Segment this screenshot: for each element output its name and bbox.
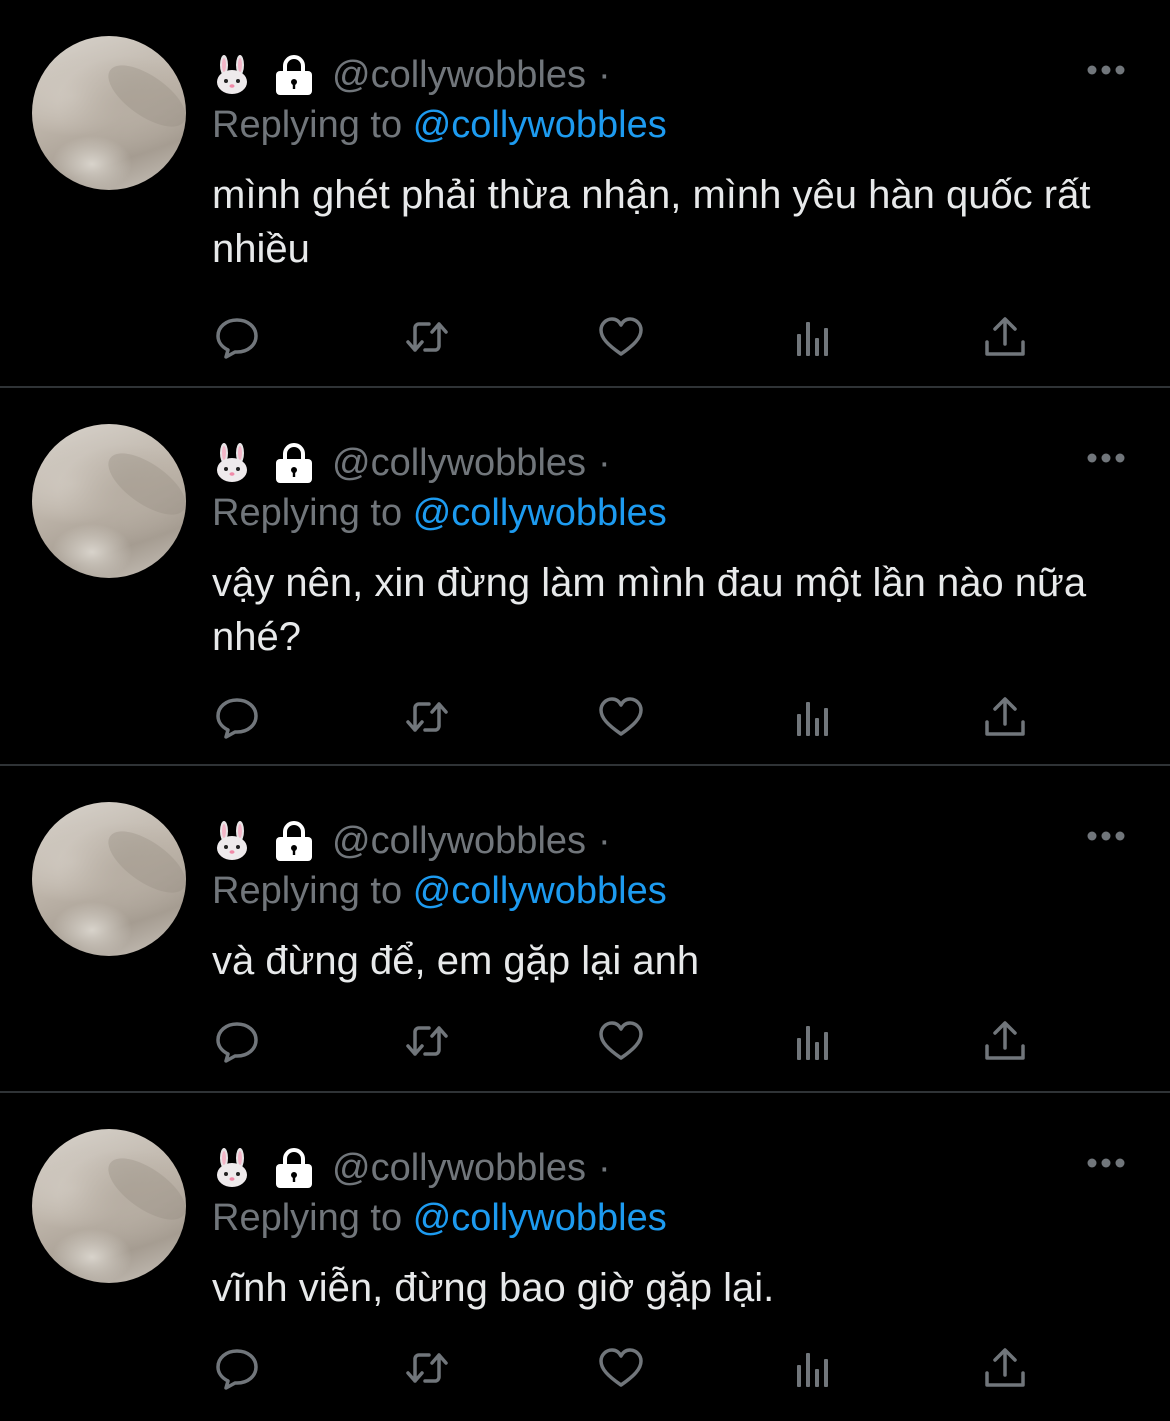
tweet-text: mình ghét phải thừa nhận, mình yêu hàn q… bbox=[212, 173, 1091, 271]
avatar[interactable] bbox=[32, 424, 186, 578]
avatar[interactable] bbox=[32, 802, 186, 956]
reply-button[interactable] bbox=[212, 312, 262, 362]
reply-icon bbox=[216, 318, 258, 359]
like-icon bbox=[599, 317, 643, 356]
replying-to: Replying to @collywobbles bbox=[212, 1197, 667, 1240]
mention-link[interactable]: @collywobbles bbox=[413, 104, 667, 146]
tweet-header: @collywobbles · bbox=[212, 1143, 611, 1193]
like-button[interactable] bbox=[596, 1343, 646, 1393]
author-handle[interactable]: @collywobbles bbox=[332, 442, 586, 485]
author-handle[interactable]: @collywobbles bbox=[332, 54, 586, 97]
replying-to: Replying to @collywobbles bbox=[212, 870, 667, 913]
avatar[interactable] bbox=[32, 1129, 186, 1283]
share-button[interactable] bbox=[980, 1343, 1030, 1393]
avatar[interactable] bbox=[32, 36, 186, 190]
retweet-button[interactable] bbox=[402, 312, 452, 362]
tweet[interactable]: @collywobbles · Replying to @collywobble… bbox=[0, 388, 1170, 766]
replying-to-label: Replying to bbox=[212, 104, 403, 146]
rabbit-face-icon bbox=[217, 1148, 247, 1187]
tweet-actions bbox=[212, 1016, 1032, 1066]
views-icon bbox=[797, 1026, 828, 1060]
reply-button[interactable] bbox=[212, 1016, 262, 1066]
tweet[interactable]: @collywobbles · Replying to @collywobble… bbox=[0, 1093, 1170, 1421]
share-button[interactable] bbox=[980, 1016, 1030, 1066]
tweet-thread: @collywobbles · Replying to @collywobble… bbox=[0, 0, 1170, 1421]
tweet-text: vậy nên, xin đừng làm mình đau một lần n… bbox=[212, 561, 1087, 659]
replying-to-label: Replying to bbox=[212, 492, 403, 534]
lock-icon bbox=[276, 1148, 312, 1188]
rabbit-face-icon bbox=[217, 821, 247, 860]
tweet[interactable]: @collywobbles · Replying to @collywobble… bbox=[0, 0, 1170, 388]
reply-icon bbox=[216, 698, 258, 739]
mention-link[interactable]: @collywobbles bbox=[413, 870, 667, 912]
views-button[interactable] bbox=[788, 312, 838, 362]
tweet[interactable]: @collywobbles · Replying to @collywobble… bbox=[0, 766, 1170, 1093]
mention-link[interactable]: @collywobbles bbox=[413, 1197, 667, 1239]
replying-to: Replying to @collywobbles bbox=[212, 104, 667, 147]
tweet-header: @collywobbles · bbox=[212, 438, 611, 488]
share-icon bbox=[985, 1021, 1025, 1060]
tweet-header: @collywobbles · bbox=[212, 816, 611, 866]
like-icon bbox=[599, 697, 643, 736]
views-button[interactable] bbox=[788, 1343, 838, 1393]
retweet-button[interactable] bbox=[402, 1016, 452, 1066]
views-icon bbox=[797, 322, 828, 356]
separator-dot: · bbox=[598, 53, 611, 96]
like-icon bbox=[599, 1021, 643, 1060]
like-icon bbox=[599, 1348, 643, 1387]
retweet-icon bbox=[406, 1353, 448, 1383]
like-button[interactable] bbox=[596, 312, 646, 362]
more-options-icon[interactable] bbox=[1086, 64, 1126, 76]
views-icon bbox=[797, 1353, 828, 1387]
separator-dot: · bbox=[598, 441, 611, 484]
rabbit-face-icon bbox=[217, 55, 247, 94]
share-button[interactable] bbox=[980, 692, 1030, 742]
more-options-icon[interactable] bbox=[1086, 830, 1126, 842]
retweet-button[interactable] bbox=[402, 692, 452, 742]
retweet-icon bbox=[406, 322, 448, 352]
reply-icon bbox=[216, 1349, 258, 1390]
like-button[interactable] bbox=[596, 1016, 646, 1066]
reply-button[interactable] bbox=[212, 1343, 262, 1393]
author-handle[interactable]: @collywobbles bbox=[332, 1147, 586, 1190]
tweet-actions bbox=[212, 1343, 1032, 1393]
retweet-icon bbox=[406, 1026, 448, 1056]
separator-dot: · bbox=[598, 1146, 611, 1189]
mention-link[interactable]: @collywobbles bbox=[413, 492, 667, 534]
replying-to-label: Replying to bbox=[212, 1197, 403, 1239]
share-icon bbox=[985, 1348, 1025, 1387]
tweet-header: @collywobbles · bbox=[212, 50, 611, 100]
like-button[interactable] bbox=[596, 692, 646, 742]
separator-dot: · bbox=[598, 819, 611, 862]
reply-button[interactable] bbox=[212, 692, 262, 742]
retweet-icon bbox=[406, 702, 448, 732]
lock-icon bbox=[276, 443, 312, 483]
lock-icon bbox=[276, 55, 312, 95]
views-button[interactable] bbox=[788, 692, 838, 742]
tweet-text: và đừng để, em gặp lại anh bbox=[212, 939, 700, 983]
replying-to-label: Replying to bbox=[212, 870, 403, 912]
more-options-icon[interactable] bbox=[1086, 1157, 1126, 1169]
lock-icon bbox=[276, 821, 312, 861]
views-button[interactable] bbox=[788, 1016, 838, 1066]
share-icon bbox=[985, 697, 1025, 736]
replying-to: Replying to @collywobbles bbox=[212, 492, 667, 535]
share-button[interactable] bbox=[980, 312, 1030, 362]
more-options-icon[interactable] bbox=[1086, 452, 1126, 464]
tweet-actions bbox=[212, 692, 1032, 742]
rabbit-face-icon bbox=[217, 443, 247, 482]
views-icon bbox=[797, 702, 828, 736]
tweet-actions bbox=[212, 312, 1032, 362]
share-icon bbox=[985, 317, 1025, 356]
retweet-button[interactable] bbox=[402, 1343, 452, 1393]
author-handle[interactable]: @collywobbles bbox=[332, 820, 586, 863]
reply-icon bbox=[216, 1022, 258, 1063]
tweet-text: vĩnh viễn, đừng bao giờ gặp lại. bbox=[212, 1266, 775, 1310]
